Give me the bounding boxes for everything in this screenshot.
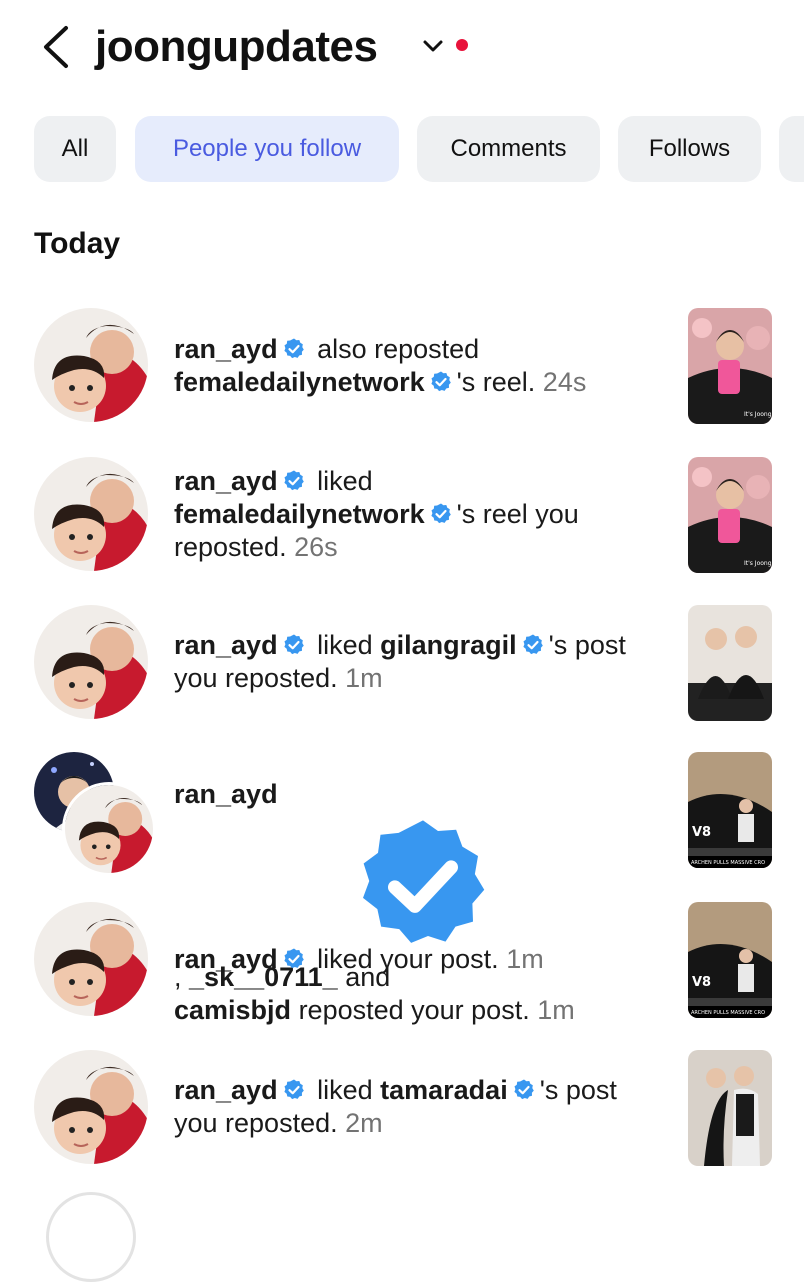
verified-badge-icon — [282, 1078, 306, 1102]
notification-text: ran_ayd also reposted femaledailynetwork… — [174, 333, 664, 399]
verified-badge-icon — [429, 370, 453, 394]
account-switcher-button[interactable] — [422, 38, 444, 54]
verified-badge-icon — [282, 469, 306, 493]
avatar[interactable] — [46, 1192, 136, 1282]
action-text: also reposted — [317, 334, 480, 364]
notification-row[interactable]: ran_ayd liked tamaradai's post you repos… — [0, 1048, 804, 1168]
username[interactable]: ran_ayd — [174, 1075, 278, 1105]
verified-badge-icon — [282, 947, 306, 971]
avatar[interactable] — [34, 308, 148, 422]
notification-text: ran_ayd liked gilangragil's post you rep… — [174, 629, 664, 695]
action-text: liked — [317, 466, 373, 496]
verified-badge-icon — [512, 1078, 536, 1102]
username[interactable]: gilangragil — [380, 630, 517, 660]
avatar[interactable] — [34, 902, 148, 1016]
verified-badge-icon — [282, 337, 306, 361]
chip-more[interactable] — [779, 116, 804, 182]
account-title[interactable]: joongupdates — [95, 20, 378, 74]
post-thumbnail[interactable] — [688, 902, 772, 1018]
username[interactable]: ran_ayd — [174, 779, 278, 809]
notification-row[interactable]: ran_ayd, _sk__0711_ and camisbjd reposte… — [0, 750, 804, 1025]
verified-badge-icon — [521, 633, 545, 657]
action-text: liked your post. — [317, 944, 499, 974]
notification-text: ran_ayd liked femaledailynetwork's reel … — [174, 465, 664, 564]
action-text: 's reel. — [456, 367, 536, 397]
post-thumbnail[interactable] — [688, 605, 772, 721]
notification-row[interactable]: ran_ayd also reposted femaledailynetwork… — [0, 306, 804, 426]
back-button[interactable] — [38, 24, 78, 70]
verified-badge-icon — [429, 502, 453, 526]
chevron-left-icon — [44, 26, 68, 68]
avatar[interactable] — [34, 457, 148, 571]
username[interactable]: tamaradai — [380, 1075, 508, 1105]
notification-text: ran_ayd liked your post. 1m — [174, 943, 664, 976]
filter-chips: All People you follow Comments Follows — [0, 116, 804, 182]
chip-all[interactable]: All — [34, 116, 116, 182]
chip-comments[interactable]: Comments — [417, 116, 600, 182]
post-thumbnail[interactable] — [688, 1050, 772, 1166]
timestamp: 2m — [345, 1108, 383, 1138]
username[interactable]: femaledailynetwork — [174, 499, 425, 529]
username[interactable]: ran_ayd — [174, 466, 278, 496]
action-text: liked — [317, 1075, 373, 1105]
post-thumbnail[interactable] — [688, 752, 772, 868]
notification-row[interactable]: ran_ayd liked femaledailynetwork's reel … — [0, 455, 804, 575]
avatar[interactable] — [34, 1050, 148, 1164]
notification-row[interactable]: ran_ayd liked your post. 1m — [0, 900, 804, 1020]
notification-dot — [456, 39, 468, 51]
username[interactable]: ran_ayd — [174, 334, 278, 364]
top-bar: joongupdates — [0, 0, 804, 100]
username[interactable]: ran_ayd — [174, 630, 278, 660]
avatar[interactable] — [62, 782, 156, 876]
timestamp: 26s — [294, 532, 338, 562]
username[interactable]: ran_ayd — [174, 944, 278, 974]
notification-row[interactable]: ran_ayd liked gilangragil's post you rep… — [0, 603, 804, 723]
verified-badge-icon — [282, 633, 306, 657]
timestamp: 24s — [542, 367, 587, 397]
chip-people-you-follow[interactable]: People you follow — [135, 116, 399, 182]
chip-follows[interactable]: Follows — [618, 116, 761, 182]
action-text: liked — [317, 630, 373, 660]
section-title-today: Today — [34, 227, 121, 260]
avatar[interactable] — [34, 605, 148, 719]
chevron-down-icon — [423, 40, 443, 52]
notification-text: ran_ayd liked tamaradai's post you repos… — [174, 1074, 664, 1140]
timestamp: 1m — [345, 663, 383, 693]
reel-thumbnail[interactable] — [688, 457, 772, 573]
username[interactable]: femaledailynetwork — [174, 367, 425, 397]
reel-thumbnail[interactable] — [688, 308, 772, 424]
timestamp: 1m — [506, 944, 544, 974]
